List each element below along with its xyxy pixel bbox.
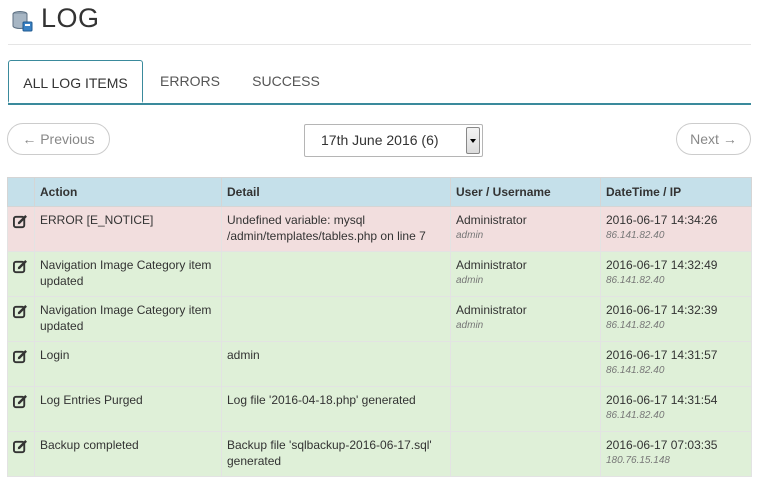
username: admin — [456, 320, 484, 331]
col-action-header: Action — [34, 177, 222, 207]
col-user-header: User / Username — [450, 177, 601, 207]
username: admin — [456, 230, 484, 241]
page-header: LOG — [8, 0, 751, 45]
ip-address: 86.141.82.40 — [606, 410, 665, 421]
tab-success[interactable]: SUCCESS — [240, 60, 332, 103]
col-icon-header — [7, 177, 35, 207]
date-select-value: 17th June 2016 (6) — [321, 132, 439, 148]
action-cell: ERROR [E_NOTICE] — [34, 206, 222, 252]
ip-address: 86.141.82.40 — [606, 230, 665, 241]
ip-address: 180.76.15.148 — [606, 455, 670, 466]
user-cell — [450, 341, 601, 387]
user-cell: Administrator admin — [450, 296, 601, 342]
detail-cell: Undefined variable: mysql /admin/templat… — [221, 206, 451, 252]
datetime: 2016-06-17 14:31:57 — [606, 348, 718, 362]
edit-icon[interactable] — [13, 394, 28, 409]
datetime-cell: 2016-06-17 14:34:26 86.141.82.40 — [600, 206, 752, 252]
action-cell: Backup completed — [34, 431, 222, 477]
next-button[interactable]: Next → — [676, 123, 751, 155]
datetime: 2016-06-17 14:32:49 — [606, 258, 718, 272]
user-name: Administrator — [456, 213, 527, 227]
detail-cell: admin — [221, 341, 451, 387]
tab-errors[interactable]: ERRORS — [148, 60, 232, 103]
table-header-row: Action Detail User / Username DateTime /… — [7, 177, 752, 207]
col-datetime-header: DateTime / IP — [600, 177, 752, 207]
detail-cell — [221, 251, 451, 297]
detail-cell: Log file '2016-04-18.php' generated — [221, 386, 451, 432]
edit-icon-cell[interactable] — [7, 296, 35, 342]
table-row: ERROR [E_NOTICE] Undefined variable: mys… — [7, 206, 752, 252]
datetime-cell: 2016-06-17 14:32:49 86.141.82.40 — [600, 251, 752, 297]
username: admin — [456, 275, 484, 286]
action-cell: Navigation Image Category item updated — [34, 251, 222, 297]
edit-icon-cell[interactable] — [7, 341, 35, 387]
table-row: Log Entries Purged Log file '2016-04-18.… — [7, 386, 752, 432]
page-title: LOG — [41, 3, 100, 33]
table-row: Navigation Image Category item updated A… — [7, 296, 752, 342]
user-name: Administrator — [456, 258, 527, 272]
chevron-down-icon[interactable] — [466, 127, 480, 154]
detail-cell — [221, 296, 451, 342]
database-icon — [12, 11, 33, 32]
edit-icon-cell[interactable] — [7, 431, 35, 477]
action-cell: Log Entries Purged — [34, 386, 222, 432]
datetime: 2016-06-17 14:31:54 — [606, 393, 718, 407]
previous-button[interactable]: ← Previous — [7, 123, 110, 155]
edit-icon[interactable] — [13, 259, 28, 274]
edit-icon[interactable] — [13, 214, 28, 229]
date-select[interactable]: 17th June 2016 (6) — [304, 124, 483, 157]
col-detail-header: Detail — [221, 177, 451, 207]
datetime: 2016-06-17 07:03:35 — [606, 438, 718, 452]
user-cell — [450, 431, 601, 477]
datetime-cell: 2016-06-17 07:03:35 180.76.15.148 — [600, 431, 752, 477]
edit-icon[interactable] — [13, 349, 28, 364]
datetime: 2016-06-17 14:34:26 — [606, 213, 718, 227]
table-row: Login admin 2016-06-17 14:31:57 86.141.82… — [7, 341, 752, 387]
ip-address: 86.141.82.40 — [606, 365, 665, 376]
action-cell: Navigation Image Category item updated — [34, 296, 222, 342]
datetime-cell: 2016-06-17 14:31:54 86.141.82.40 — [600, 386, 752, 432]
user-cell: Administrator admin — [450, 251, 601, 297]
edit-icon[interactable] — [13, 304, 28, 319]
ip-address: 86.141.82.40 — [606, 275, 665, 286]
datetime-cell: 2016-06-17 14:31:57 86.141.82.40 — [600, 341, 752, 387]
action-cell: Login — [34, 341, 222, 387]
user-cell — [450, 386, 601, 432]
table-row: Navigation Image Category item updated A… — [7, 251, 752, 297]
datetime: 2016-06-17 14:32:39 — [606, 303, 718, 317]
tab-all-log-items[interactable]: ALL LOG ITEMS — [8, 60, 143, 103]
datetime-cell: 2016-06-17 14:32:39 86.141.82.40 — [600, 296, 752, 342]
edit-icon-cell[interactable] — [7, 386, 35, 432]
log-tabs: ALL LOG ITEMS ERRORS SUCCESS — [8, 60, 751, 105]
log-table: Action Detail User / Username DateTime /… — [7, 177, 752, 477]
detail-cell: Backup file 'sqlbackup-2016-06-17.sql' g… — [221, 431, 451, 477]
ip-address: 86.141.82.40 — [606, 320, 665, 331]
table-row: Backup completed Backup file 'sqlbackup-… — [7, 431, 752, 477]
edit-icon[interactable] — [13, 439, 28, 454]
user-name: Administrator — [456, 303, 527, 317]
edit-icon-cell[interactable] — [7, 206, 35, 252]
user-cell: Administrator admin — [450, 206, 601, 252]
edit-icon-cell[interactable] — [7, 251, 35, 297]
